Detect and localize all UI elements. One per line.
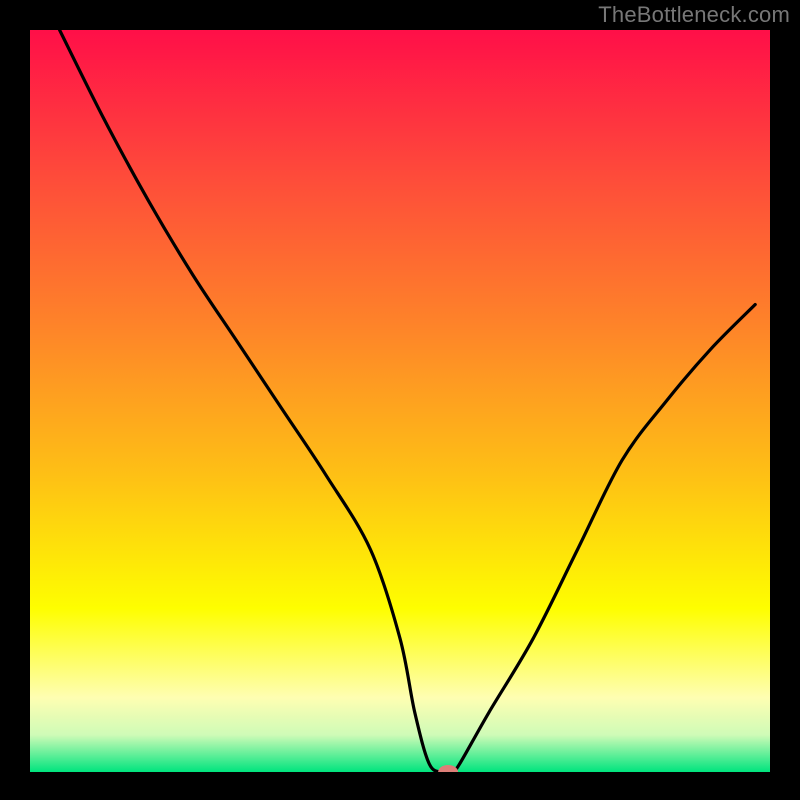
- chart-frame: TheBottleneck.com: [0, 0, 800, 800]
- watermark-text: TheBottleneck.com: [598, 2, 790, 28]
- plot-background: [30, 30, 770, 772]
- chart-canvas: [0, 0, 800, 800]
- sweet-spot-marker: [438, 765, 458, 779]
